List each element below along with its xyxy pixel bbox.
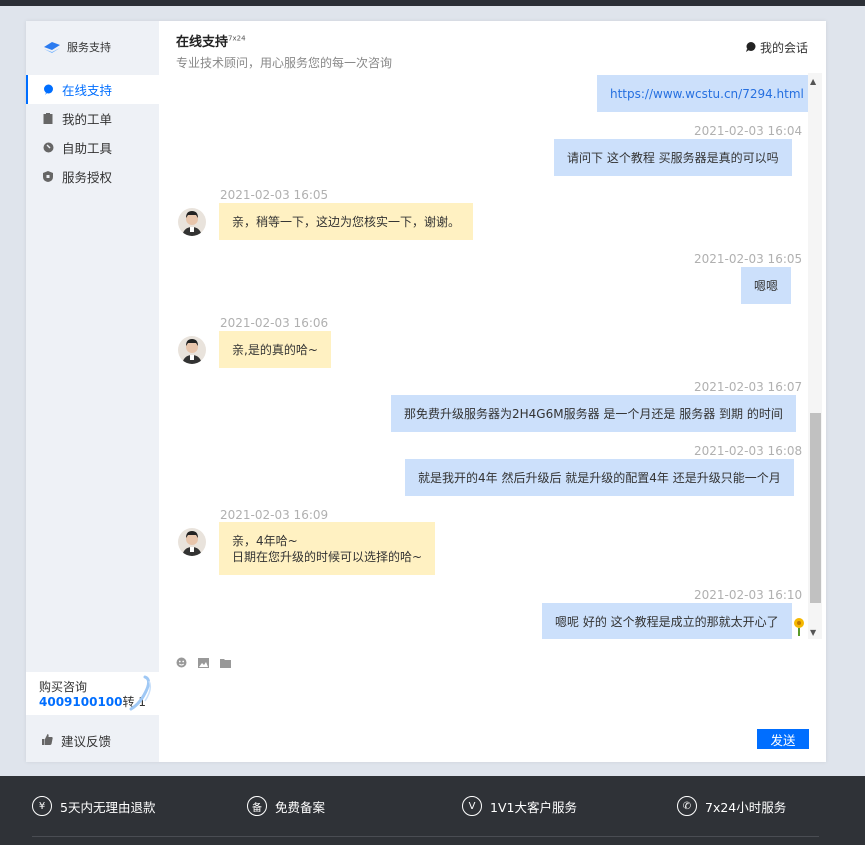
message-time: 2021-02-03 16:05 — [220, 188, 329, 202]
message-text: 就是我开的4年 然后升级后 就是升级的配置4年 还是升级只能一个月 — [418, 470, 781, 485]
message-text: 嗯嗯 — [754, 278, 779, 293]
message-bubble-mine: 就是我开的4年 然后升级后 就是升级的配置4年 还是升级只能一个月 — [405, 459, 794, 496]
footer-item-24h[interactable]: ✆ 7x24小时服务 — [677, 796, 786, 816]
sidebar-item-label: 我的工单 — [62, 112, 113, 127]
sidebar-item-label: 自助工具 — [62, 141, 113, 156]
speech-bubble-icon — [746, 41, 756, 55]
phone-handset-icon — [129, 675, 152, 711]
footer-item-record[interactable]: 备 免费备案 — [247, 796, 325, 816]
my-session-label: 我的会话 — [760, 41, 809, 55]
chat-header: 在线支持7x24 专业技术顾问，用心服务您的每一次咨询 — [176, 31, 810, 71]
shield-icon — [42, 171, 54, 183]
sidebar: 服务支持 在线支持 我的工单 自助工具 服务授权 购买咨询 4009100100… — [26, 21, 159, 762]
send-button[interactable]: 发送 — [757, 729, 809, 749]
footer: ¥ 5天内无理由退款 备 免费备案 V 1V1大客户服务 ✆ 7x24小时服务 — [0, 776, 865, 845]
clipboard-icon — [42, 113, 54, 125]
message-scrollbar[interactable]: ▲ ▼ — [808, 73, 822, 639]
emoji-icon[interactable] — [176, 653, 188, 668]
message-bubble-mine: 那免费升级服务器为2H4G6M服务器 是一个月还是 服务器 到期 的时间 — [391, 395, 796, 432]
input-toolbar — [176, 653, 232, 668]
sidebar-item-service-auth[interactable]: 服务授权 — [26, 162, 159, 191]
message-time: 2021-02-03 16:05 — [694, 252, 803, 266]
record-icon: 备 — [247, 796, 267, 816]
message-time: 2021-02-03 16:10 — [694, 588, 803, 602]
agent-avatar — [178, 528, 206, 556]
message-bubble-mine: 嗯嗯 — [741, 267, 792, 304]
message-text-line2: 日期在您升级的时候可以选择的哈~ — [232, 549, 423, 564]
wrench-icon — [42, 142, 54, 154]
top-bar — [0, 0, 865, 6]
logo-text: 服务支持 — [67, 41, 111, 54]
sidebar-nav: 在线支持 我的工单 自助工具 服务授权 — [26, 75, 159, 191]
message-bubble-agent: 亲,是的真的哈~ — [219, 331, 331, 368]
chat-title: 在线支持7x24 — [176, 31, 810, 50]
agent-avatar — [178, 336, 206, 364]
message-bubble-mine: 请问下 这个教程 买服务器是真的可以吗 — [554, 139, 792, 176]
thumbs-up-icon — [42, 733, 53, 748]
sidebar-item-label: 在线支持 — [62, 83, 113, 98]
message-text: 亲，稍等一下，这边为您核实一下，谢谢。 — [232, 214, 461, 229]
message-link[interactable]: https://www.wcstu.cn/7294.html — [610, 86, 804, 102]
sidebar-item-self-tools[interactable]: 自助工具 — [26, 133, 159, 162]
phone-number: 4009100100 — [39, 695, 123, 709]
support-panel: 服务支持 在线支持 我的工单 自助工具 服务授权 购买咨询 4009100100… — [26, 21, 826, 762]
cloud-logo-icon — [44, 42, 60, 53]
folder-icon[interactable] — [220, 653, 232, 668]
yen-icon: ¥ — [32, 796, 52, 816]
service-badge: 7x24 — [228, 34, 246, 43]
my-session-button[interactable]: 我的会话 — [746, 39, 808, 56]
feedback-link[interactable]: 建议反馈 — [42, 731, 111, 750]
message-time: 2021-02-03 16:06 — [220, 316, 329, 330]
scroll-down-icon[interactable]: ▼ — [810, 628, 816, 637]
phone-icon: ✆ — [677, 796, 697, 816]
message-bubble-mine[interactable]: https://www.wcstu.cn/7294.html — [597, 75, 809, 112]
message-text: 请问下 这个教程 买服务器是真的可以吗 — [567, 150, 779, 165]
sidebar-item-label: 服务授权 — [62, 170, 113, 185]
message-text: 亲，4年哈~ — [232, 533, 298, 548]
vip-service-icon: V — [462, 796, 482, 816]
sidebar-item-my-tickets[interactable]: 我的工单 — [26, 104, 159, 133]
sidebar-item-online-support[interactable]: 在线支持 — [26, 75, 159, 104]
footer-label: 5天内无理由退款 — [60, 799, 156, 815]
message-time: 2021-02-03 16:07 — [694, 380, 803, 394]
message-text: 那免费升级服务器为2H4G6M服务器 是一个月还是 服务器 到期 的时间 — [404, 406, 783, 421]
message-time: 2021-02-03 16:08 — [694, 444, 803, 458]
message-time: 2021-02-03 16:09 — [220, 508, 329, 522]
message-text: 嗯呢 好的 这个教程是成立的那就太开心了 — [555, 614, 779, 629]
agent-avatar — [178, 208, 206, 236]
feedback-label: 建议反馈 — [61, 734, 112, 749]
message-time: 2021-02-03 16:04 — [694, 124, 803, 138]
footer-item-vip[interactable]: V 1V1大客户服务 — [462, 796, 577, 816]
buy-consult-card[interactable]: 购买咨询 4009100100转 1 — [26, 672, 159, 715]
message-bubble-agent: 亲，稍等一下，这边为您核实一下，谢谢。 — [219, 203, 474, 240]
footer-label: 1V1大客户服务 — [490, 799, 577, 815]
footer-label: 7x24小时服务 — [705, 799, 787, 815]
message-bubble-agent: 亲，4年哈~ 日期在您升级的时候可以选择的哈~ — [219, 522, 436, 575]
image-icon[interactable] — [198, 653, 210, 668]
chat-title-text: 在线支持 — [176, 35, 229, 50]
footer-label: 免费备案 — [275, 799, 326, 815]
message-text: 亲,是的真的哈~ — [232, 342, 318, 357]
message-bubble-mine: 嗯呢 好的 这个教程是成立的那就太开心了 — [542, 603, 792, 639]
footer-divider — [32, 836, 819, 837]
footer-item-refund[interactable]: ¥ 5天内无理由退款 — [32, 796, 155, 816]
message-list: https://www.wcstu.cn/7294.html 2021-02-0… — [159, 73, 809, 639]
scrollbar-thumb[interactable] — [810, 413, 821, 603]
scroll-up-icon[interactable]: ▲ — [810, 77, 816, 86]
chat-icon — [42, 84, 54, 96]
logo[interactable]: 服务支持 — [42, 39, 111, 55]
chat-subtitle: 专业技术顾问，用心服务您的每一次咨询 — [176, 56, 393, 70]
flower-emoji-icon — [792, 617, 806, 639]
